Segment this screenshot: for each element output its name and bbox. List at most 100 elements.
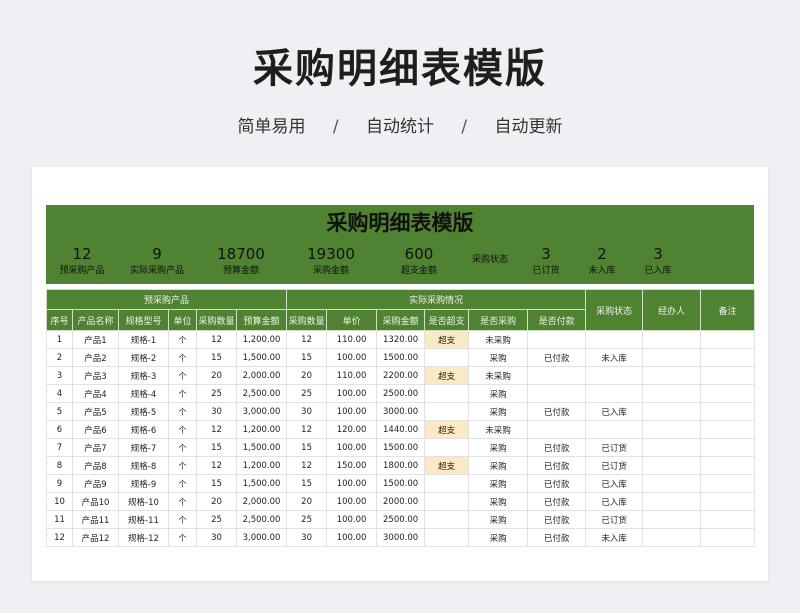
table-cell[interactable]: 30 — [286, 528, 328, 547]
table-cell[interactable]: 12 — [286, 330, 328, 349]
table-cell[interactable] — [424, 474, 470, 493]
table-cell[interactable]: 2500.00 — [376, 510, 426, 529]
table-cell[interactable] — [527, 384, 587, 403]
table-cell[interactable]: 个 — [168, 348, 197, 367]
table-cell[interactable] — [424, 510, 470, 529]
table-cell[interactable]: 采购 — [468, 438, 529, 457]
table-cell[interactable]: 产品11 — [72, 510, 119, 529]
table-cell[interactable]: 产品3 — [72, 366, 119, 385]
table-cell[interactable]: 规格-6 — [118, 420, 169, 439]
table-cell[interactable]: 100.00 — [326, 528, 378, 547]
table-cell[interactable]: 20 — [196, 366, 237, 385]
table-cell[interactable] — [700, 456, 756, 475]
table-cell[interactable]: 100.00 — [326, 384, 378, 403]
table-cell[interactable]: 已付款 — [527, 510, 587, 529]
table-cell[interactable]: 已付款 — [527, 474, 587, 493]
table-cell[interactable]: 规格-3 — [118, 366, 169, 385]
table-cell[interactable]: 已付款 — [527, 348, 587, 367]
table-cell[interactable]: 15 — [196, 474, 237, 493]
table-cell[interactable]: 1,200.00 — [235, 420, 288, 439]
table-cell[interactable] — [642, 456, 702, 475]
table-cell[interactable]: 30 — [196, 528, 237, 547]
table-cell[interactable] — [424, 384, 470, 403]
table-cell[interactable]: 个 — [168, 528, 197, 547]
table-cell[interactable] — [585, 366, 644, 385]
table-cell[interactable]: 20 — [286, 492, 328, 511]
table-cell[interactable] — [424, 348, 470, 367]
table-cell[interactable] — [642, 528, 702, 547]
table-cell[interactable]: 产品12 — [72, 528, 119, 547]
table-cell[interactable]: 未入库 — [585, 348, 644, 367]
table-cell[interactable] — [700, 420, 756, 439]
table-cell[interactable]: 个 — [168, 366, 197, 385]
table-cell[interactable]: 个 — [168, 456, 197, 475]
table-cell[interactable]: 采购 — [468, 528, 529, 547]
table-cell[interactable]: 产品6 — [72, 420, 119, 439]
table-cell[interactable]: 已付款 — [527, 402, 587, 421]
table-cell[interactable]: 30 — [286, 402, 328, 421]
table-cell[interactable]: 采购 — [468, 510, 529, 529]
table-cell[interactable]: 100.00 — [326, 510, 378, 529]
table-cell[interactable] — [700, 438, 756, 457]
table-cell[interactable]: 规格-1 — [118, 330, 169, 349]
table-cell[interactable] — [642, 330, 702, 349]
table-cell[interactable]: 9 — [46, 474, 73, 493]
table-cell[interactable]: 采购 — [468, 402, 529, 421]
table-cell[interactable]: 超支 — [424, 420, 470, 439]
table-cell[interactable]: 3,000.00 — [235, 402, 288, 421]
table-cell[interactable] — [585, 330, 644, 349]
table-cell[interactable]: 25 — [196, 510, 237, 529]
table-cell[interactable] — [700, 366, 756, 385]
table-cell[interactable]: 产品9 — [72, 474, 119, 493]
table-cell[interactable] — [642, 474, 702, 493]
table-cell[interactable]: 12 — [286, 456, 328, 475]
table-cell[interactable]: 15 — [286, 474, 328, 493]
table-cell[interactable]: 超支 — [424, 330, 470, 349]
table-cell[interactable]: 产品7 — [72, 438, 119, 457]
table-cell[interactable]: 未采购 — [468, 330, 529, 349]
table-cell[interactable]: 个 — [168, 510, 197, 529]
table-cell[interactable] — [700, 330, 756, 349]
table-cell[interactable]: 100.00 — [326, 438, 378, 457]
table-cell[interactable]: 25 — [196, 384, 237, 403]
table-cell[interactable]: 150.00 — [326, 456, 378, 475]
table-cell[interactable]: 1,200.00 — [235, 330, 288, 349]
table-cell[interactable]: 120.00 — [326, 420, 378, 439]
table-cell[interactable]: 100.00 — [326, 492, 378, 511]
table-cell[interactable]: 110.00 — [326, 330, 378, 349]
table-cell[interactable]: 个 — [168, 384, 197, 403]
table-cell[interactable] — [585, 384, 644, 403]
table-cell[interactable]: 8 — [46, 456, 73, 475]
table-cell[interactable]: 个 — [168, 402, 197, 421]
table-cell[interactable]: 1500.00 — [376, 474, 426, 493]
table-cell[interactable]: 1,500.00 — [235, 474, 288, 493]
table-cell[interactable]: 规格-12 — [118, 528, 169, 547]
table-cell[interactable]: 1 — [46, 330, 73, 349]
table-cell[interactable]: 25 — [286, 384, 328, 403]
table-cell[interactable]: 20 — [286, 366, 328, 385]
table-cell[interactable]: 2 — [46, 348, 73, 367]
table-cell[interactable]: 1,500.00 — [235, 348, 288, 367]
table-cell[interactable]: 25 — [286, 510, 328, 529]
table-cell[interactable]: 采购 — [468, 456, 529, 475]
table-cell[interactable]: 20 — [196, 492, 237, 511]
table-cell[interactable]: 1,500.00 — [235, 438, 288, 457]
table-cell[interactable]: 12 — [196, 456, 237, 475]
table-cell[interactable]: 30 — [196, 402, 237, 421]
table-cell[interactable]: 采购 — [468, 492, 529, 511]
table-cell[interactable]: 未采购 — [468, 366, 529, 385]
table-cell[interactable]: 3 — [46, 366, 73, 385]
table-cell[interactable] — [642, 402, 702, 421]
table-cell[interactable]: 已入库 — [585, 492, 644, 511]
table-cell[interactable]: 15 — [286, 348, 328, 367]
table-cell[interactable] — [642, 384, 702, 403]
table-cell[interactable]: 100.00 — [326, 348, 378, 367]
table-cell[interactable]: 12 — [286, 420, 328, 439]
table-cell[interactable] — [700, 402, 756, 421]
table-cell[interactable]: 12 — [46, 528, 73, 547]
table-cell[interactable] — [527, 420, 587, 439]
table-cell[interactable]: 110.00 — [326, 366, 378, 385]
table-cell[interactable]: 个 — [168, 438, 197, 457]
table-cell[interactable] — [700, 492, 756, 511]
table-cell[interactable]: 15 — [286, 438, 328, 457]
